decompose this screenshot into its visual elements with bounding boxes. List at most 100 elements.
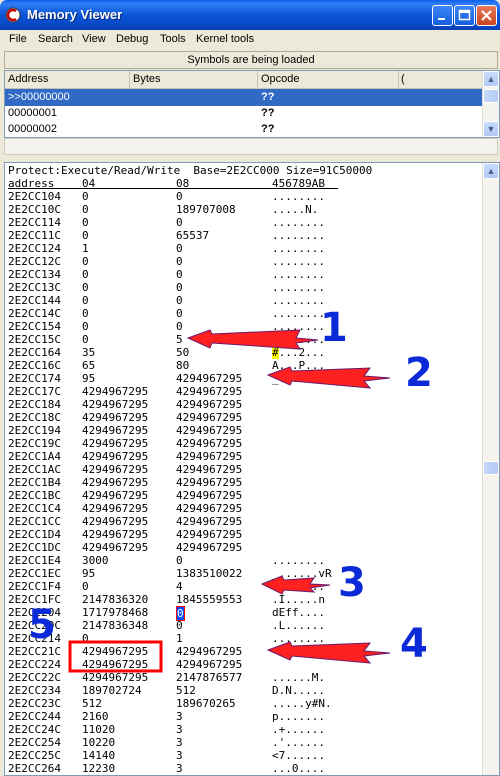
hex-row[interactable]: 2E2CC15C 0 5........ [8, 333, 478, 346]
column-comment[interactable]: ( [401, 73, 405, 85]
hex-row[interactable]: 2E2CC23C 512 189670265 .....y#N. [8, 697, 478, 710]
hex-row[interactable]: 2E2CC154 0 0........ [8, 320, 478, 333]
hex-address: 2E2CC22C [8, 671, 61, 684]
hex-row[interactable]: 2E2CC14C 0 0........ [8, 307, 478, 320]
hex-row[interactable]: 2E2CC124 1 0........ [8, 242, 478, 255]
hex-address: 2E2CC24C [8, 723, 61, 736]
scroll-thumb[interactable] [483, 89, 499, 103]
minimize-button[interactable] [432, 5, 453, 26]
hex-value-08: 0 [176, 268, 183, 281]
disassembler-vscroll[interactable]: ▲ ▼ [482, 71, 499, 137]
maximize-icon [458, 9, 471, 21]
hex-value-08: 4294967295 [176, 372, 243, 385]
hex-row[interactable]: 2E2CC234 189702724 512 D.N..... [8, 684, 478, 697]
hex-row[interactable]: 2E2CC1DC 4294967295 4294967295 [8, 541, 478, 554]
menu-view[interactable]: View [82, 33, 106, 45]
hex-row[interactable]: 2E2CC1AC 4294967295 4294967295 [8, 463, 478, 476]
hex-row[interactable]: 2E2CC1EC 95 1383510022 _......vR [8, 567, 478, 580]
hex-value-04: 0 [82, 580, 89, 593]
hex-row[interactable]: 2E2CC194 4294967295 4294967295 [8, 424, 478, 437]
hex-address: 2E2CC15C [8, 333, 61, 346]
hex-value-04: 0 [82, 333, 89, 346]
hex-row[interactable]: 2E2CC1B4 4294967295 4294967295 [8, 476, 478, 489]
disassembler-row[interactable]: 00000002 ?? [5, 121, 483, 137]
hex-address: 2E2CC224 [8, 658, 61, 671]
hex-value-04: 10220 [82, 736, 116, 749]
pane-splitter[interactable] [0, 157, 500, 161]
hex-row[interactable]: 2E2CC10C 0 189707008 .....N. [8, 203, 478, 216]
menu-search[interactable]: Search [38, 33, 73, 45]
hex-value-08: 1845559553 [176, 593, 243, 606]
hex-row[interactable]: 2E2CC1BC 4294967295 4294967295 [8, 489, 478, 502]
disassembler-hscroll[interactable] [4, 138, 498, 155]
hex-value-04: 95 [82, 372, 96, 385]
column-opcode[interactable]: Opcode [261, 73, 300, 85]
annotation-label-1: 1 [320, 305, 348, 351]
disassembler-row[interactable]: 00000001 ?? [5, 105, 483, 122]
hex-row[interactable]: 2E2CC25C 14140 3 <7...... [8, 749, 478, 762]
menu-file[interactable]: File [9, 33, 27, 45]
hex-row[interactable]: 2E2CC11C 0 65537........ [8, 229, 478, 242]
hex-ascii: A...P... [272, 359, 325, 372]
menu-debug[interactable]: Debug [116, 33, 148, 45]
hex-row[interactable]: 2E2CC22C 4294967295 2147876577 ......M. [8, 671, 478, 684]
hex-value-08: 4294967295 [176, 398, 243, 411]
row-address: 00000002 [8, 123, 57, 135]
column-address[interactable]: Address [8, 73, 48, 85]
hex-row[interactable]: 2E2CC19C 4294967295 4294967295 [8, 437, 478, 450]
hex-address: 2E2CC184 [8, 398, 61, 411]
hex-row[interactable]: 2E2CC12C 0 0........ [8, 255, 478, 268]
hex-value-08: 3 [176, 723, 183, 736]
hex-value-08: 0 [176, 216, 183, 229]
hex-value-04: 2147836348 [82, 619, 149, 632]
maximize-button[interactable] [454, 5, 475, 26]
hex-value-08: 0 [176, 255, 183, 268]
scroll-thumb[interactable] [483, 461, 499, 475]
hex-row[interactable]: 2E2CC104 0 0........ [8, 190, 478, 203]
hex-address: 2E2CC154 [8, 320, 61, 333]
hex-row[interactable]: 2E2CC24C 11020 3 .+...... [8, 723, 478, 736]
scroll-up-button[interactable]: ▲ [483, 163, 499, 179]
hex-row[interactable]: 2E2CC1D4 4294967295 4294967295 [8, 528, 478, 541]
hex-value-04: 0 [82, 307, 89, 320]
hex-view[interactable]: Protect:Execute/Read/Write Base=2E2CC000… [4, 162, 500, 776]
hex-row[interactable]: 2E2CC1A4 4294967295 4294967295 [8, 450, 478, 463]
hex-row[interactable]: 2E2CC18C 4294967295 4294967295 [8, 411, 478, 424]
column-bytes[interactable]: Bytes [133, 73, 161, 85]
hex-row[interactable]: 2E2CC254 10220 3 .'...... [8, 736, 478, 749]
hex-value-08: 4294967295 [176, 424, 243, 437]
hex-ascii: ........ [272, 294, 325, 307]
disassembler-view[interactable]: Address Bytes Opcode ( >>00000000 ?? 000… [4, 70, 500, 138]
hex-row[interactable]: 2E2CC1C4 4294967295 4294967295 [8, 502, 478, 515]
hex-value-08: 4294967295 [176, 658, 243, 671]
hex-value-08: 4 [176, 580, 183, 593]
hex-address: 2E2CC18C [8, 411, 61, 424]
hex-row[interactable]: 2E2CC1FC 2147836320 1845559553 .I.....n [8, 593, 478, 606]
disassembler-row[interactable]: >>00000000 ?? [5, 89, 483, 106]
hex-value-08: 0 [176, 294, 183, 307]
hex-row[interactable]: 2E2CC1F4 0 4........ [8, 580, 478, 593]
title-bar: Memory Viewer [0, 0, 500, 30]
hex-row[interactable]: 2E2CC264 12230 3 ...0.... [8, 762, 478, 775]
hex-row[interactable]: 2E2CC114 0 0........ [8, 216, 478, 229]
hex-row[interactable]: 2E2CC144 0 0........ [8, 294, 478, 307]
hex-row[interactable]: 2E2CC1CC 4294967295 4294967295 [8, 515, 478, 528]
hex-vscroll[interactable]: ▲ [482, 163, 499, 775]
hex-row[interactable]: 2E2CC1E4 3000 0........ [8, 554, 478, 567]
hex-row[interactable]: 2E2CC184 4294967295 4294967295 [8, 398, 478, 411]
menu-kernel-tools[interactable]: Kernel tools [196, 33, 254, 45]
close-button[interactable] [476, 5, 497, 26]
hex-row[interactable]: 2E2CC134 0 0........ [8, 268, 478, 281]
hex-row[interactable]: 2E2CC204 1717978468 0 dEff.... [8, 606, 478, 621]
hex-row[interactable]: 2E2CC13C 0 0........ [8, 281, 478, 294]
hex-value-08: 189670265 [176, 697, 236, 710]
hex-row[interactable]: 2E2CC244 2160 3 p....... [8, 710, 478, 723]
hex-address: 2E2CC114 [8, 216, 61, 229]
scroll-down-button[interactable]: ▼ [483, 121, 499, 137]
scroll-up-button[interactable]: ▲ [483, 71, 499, 87]
hex-ascii: ........ [272, 229, 325, 242]
hex-ascii: ...0.... [272, 762, 325, 775]
menu-tools[interactable]: Tools [160, 33, 186, 45]
hex-value-04: 12230 [82, 762, 116, 775]
chevron-down-icon: ▼ [486, 124, 496, 134]
